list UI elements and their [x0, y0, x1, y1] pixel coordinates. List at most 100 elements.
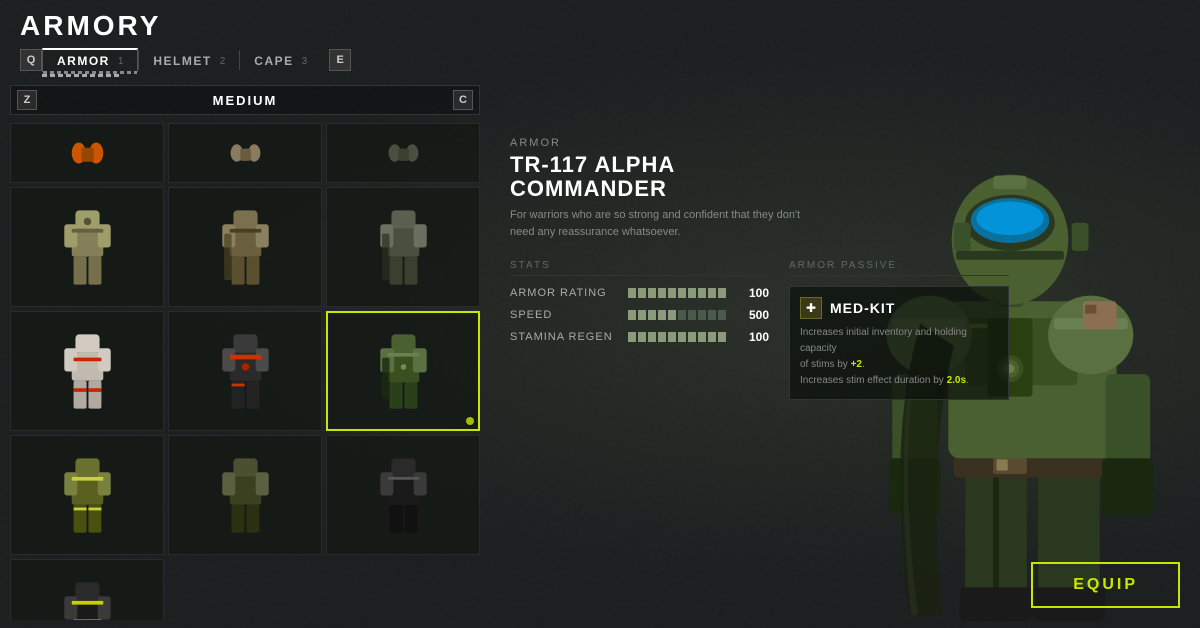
passive-label: ARMOR PASSIVE — [789, 260, 1009, 276]
stat-pip — [708, 288, 716, 298]
stat-pip — [688, 332, 696, 342]
stat-row-speed: SPEED — [510, 308, 769, 322]
stat-bar-speed — [628, 310, 726, 320]
stat-row-stamina: STAMINA REGEN — [510, 330, 769, 344]
stat-pip — [688, 288, 696, 298]
list-item[interactable] — [10, 559, 164, 620]
right-panel: ARMOR TR-117 ALPHA COMMANDER For warrior… — [490, 77, 1200, 628]
info-panel: ARMOR TR-117 ALPHA COMMANDER For warrior… — [490, 107, 840, 410]
armor-thumbnail — [55, 200, 120, 295]
item-name: TR-117 ALPHA COMMANDER — [510, 153, 820, 201]
armor-thumbnail — [371, 448, 436, 543]
armor-thumbnail — [213, 324, 278, 419]
stat-pip — [658, 310, 666, 320]
stat-pip — [648, 288, 656, 298]
stat-pip — [638, 310, 646, 320]
stat-bar-armor — [628, 288, 726, 298]
tab-armor[interactable]: ARMOR 1 — [42, 48, 138, 72]
key-z: Z — [17, 90, 37, 110]
passive-header: ✚ MED-KIT — [800, 297, 998, 319]
main-content: Z MEDIUM C — [0, 77, 1200, 628]
list-item[interactable] — [10, 187, 164, 307]
armor-thumbnail — [386, 133, 421, 173]
list-item[interactable] — [326, 435, 480, 555]
stat-pip — [628, 288, 636, 298]
stat-value-speed: 500 — [734, 308, 769, 322]
stat-pip — [668, 332, 676, 342]
armor-thumbnail — [228, 133, 263, 173]
stat-pip — [678, 288, 686, 298]
list-item[interactable] — [326, 123, 480, 183]
list-item[interactable] — [326, 311, 480, 431]
stats-section: STATS ARMOR RATING — [510, 260, 769, 400]
stat-pip — [678, 332, 686, 342]
list-item[interactable] — [168, 123, 322, 183]
stat-bar-stamina — [628, 332, 726, 342]
list-item[interactable] — [168, 311, 322, 431]
stat-pip — [638, 288, 646, 298]
stat-row-armor: ARMOR RATING — [510, 286, 769, 300]
stat-pip — [698, 310, 706, 320]
stat-pip — [648, 332, 656, 342]
armor-thumbnail — [213, 200, 278, 295]
stat-pip — [648, 310, 656, 320]
header: ARMORY Q ARMOR 1 HELMET 2 CAPE 3 E — [0, 0, 1200, 77]
stat-pip — [658, 332, 666, 342]
armor-thumbnail — [371, 324, 436, 419]
list-item[interactable] — [10, 311, 164, 431]
stat-pip — [718, 288, 726, 298]
stat-pip — [638, 332, 646, 342]
list-item[interactable] — [10, 123, 164, 183]
stat-pip — [628, 310, 636, 320]
stat-pip — [718, 332, 726, 342]
stat-name-stamina: STAMINA REGEN — [510, 331, 620, 343]
equip-button-area: EQUIP — [1031, 562, 1180, 608]
panel-header: Z MEDIUM C — [10, 85, 480, 115]
page-title: ARMORY — [20, 12, 1180, 40]
list-item[interactable] — [168, 435, 322, 555]
armor-thumbnail — [213, 448, 278, 543]
stat-pip — [668, 288, 676, 298]
tab-cape[interactable]: CAPE 3 — [240, 48, 321, 72]
stat-name-armor: ARMOR RATING — [510, 287, 620, 299]
stat-pip — [718, 310, 726, 320]
tabs-bar: Q ARMOR 1 HELMET 2 CAPE 3 E — [20, 48, 1180, 72]
item-description: For warriors who are so strong and confi… — [510, 207, 820, 240]
armor-thumbnail — [371, 200, 436, 295]
stat-pip — [678, 310, 686, 320]
armor-thumbnail — [55, 572, 120, 621]
stat-pip — [688, 310, 696, 320]
stat-name-speed: SPEED — [510, 309, 620, 321]
stats-label: STATS — [510, 260, 769, 276]
key-c: C — [453, 90, 473, 110]
medkit-icon: ✚ — [800, 297, 822, 319]
tab-helmet[interactable]: HELMET 2 — [139, 48, 239, 72]
stat-pip — [668, 310, 676, 320]
key-e: E — [329, 49, 351, 71]
armor-grid — [10, 123, 480, 620]
armor-thumbnail — [55, 324, 120, 419]
stat-pip — [708, 310, 716, 320]
stat-pip — [628, 332, 636, 342]
armor-thumbnail — [70, 133, 105, 173]
stat-pip — [698, 332, 706, 342]
item-category: ARMOR — [510, 137, 820, 149]
selected-indicator — [466, 417, 474, 425]
filter-label: MEDIUM — [213, 93, 278, 108]
stat-pip — [658, 288, 666, 298]
list-item[interactable] — [168, 187, 322, 307]
passive-box: ✚ MED-KIT Increases initial inventory an… — [789, 286, 1009, 400]
stat-pip — [708, 332, 716, 342]
stat-value-armor: 100 — [734, 286, 769, 300]
equip-button[interactable]: EQUIP — [1031, 562, 1180, 608]
stat-value-stamina: 100 — [734, 330, 769, 344]
list-item[interactable] — [10, 435, 164, 555]
list-item[interactable] — [326, 187, 480, 307]
passive-name: MED-KIT — [830, 300, 895, 316]
key-q: Q — [20, 49, 42, 71]
highlight-plus2: +2 — [851, 359, 862, 370]
stats-passive-row: STATS ARMOR RATING — [510, 260, 820, 400]
stat-pip — [698, 288, 706, 298]
highlight-duration: 2.0s — [947, 375, 966, 386]
armor-thumbnail — [55, 448, 120, 543]
